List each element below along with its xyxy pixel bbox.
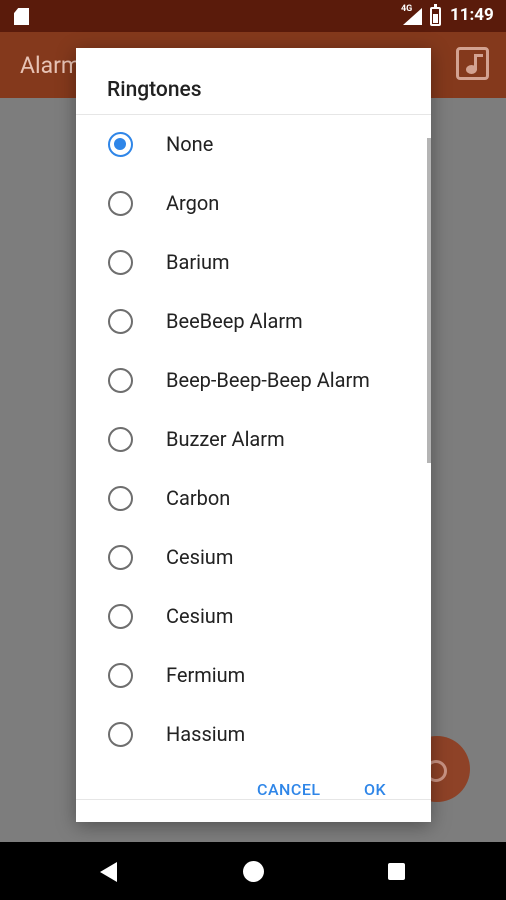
ringtone-option-label: Fermium xyxy=(166,663,246,687)
dialog-actions-divider xyxy=(76,799,431,800)
radio-unchecked-icon[interactable] xyxy=(108,722,133,747)
navigation-bar xyxy=(0,842,506,900)
ringtone-option-label: Carbon xyxy=(166,486,231,510)
ringtone-option[interactable]: Carbon xyxy=(76,469,431,528)
ringtone-option[interactable]: Argon xyxy=(76,174,431,233)
radio-unchecked-icon[interactable] xyxy=(108,545,133,570)
status-time: 11:49 xyxy=(450,5,494,25)
radio-unchecked-icon[interactable] xyxy=(108,663,133,688)
ringtone-option[interactable]: Buzzer Alarm xyxy=(76,410,431,469)
ringtone-option[interactable]: None xyxy=(76,115,431,174)
radio-unchecked-icon[interactable] xyxy=(108,486,133,511)
radio-unchecked-icon[interactable] xyxy=(108,604,133,629)
radio-unchecked-icon[interactable] xyxy=(108,250,133,275)
ringtone-option-label: Beep-Beep-Beep Alarm xyxy=(166,368,370,392)
ringtone-option[interactable]: Hassium xyxy=(76,705,431,764)
radio-unchecked-icon[interactable] xyxy=(108,368,133,393)
radio-unchecked-icon[interactable] xyxy=(108,191,133,216)
list-scrollbar[interactable] xyxy=(427,138,431,463)
ringtone-option-label: Barium xyxy=(166,250,230,274)
ringtone-option-label: Buzzer Alarm xyxy=(166,427,285,451)
ringtone-option[interactable]: Fermium xyxy=(76,646,431,705)
radio-unchecked-icon[interactable] xyxy=(108,427,133,452)
ringtone-option-label: Argon xyxy=(166,191,220,215)
home-icon[interactable] xyxy=(243,861,264,882)
ringtones-dialog: Ringtones None Argon Barium BeeBeep Alarm Be… xyxy=(76,48,431,822)
ringtone-option-label: Cesium xyxy=(166,545,234,569)
dialog-title: Ringtones xyxy=(107,78,202,102)
ringtone-option[interactable]: Cesium xyxy=(76,587,431,646)
battery-icon xyxy=(430,4,441,26)
ringtone-option-label: None xyxy=(166,132,214,156)
music-library-icon[interactable] xyxy=(456,47,489,80)
cancel-button[interactable]: CANCEL xyxy=(257,780,321,799)
sd-card-icon xyxy=(14,8,29,25)
ringtone-option-label: BeeBeep Alarm xyxy=(166,309,303,333)
ok-button[interactable]: OK xyxy=(364,780,386,799)
radio-checked-icon[interactable] xyxy=(108,132,133,157)
network-type-label: 4G xyxy=(401,4,413,14)
ringtone-option[interactable]: Cesium xyxy=(76,528,431,587)
ringtone-option[interactable]: Beep-Beep-Beep Alarm xyxy=(76,351,431,410)
ringtone-option[interactable]: BeeBeep Alarm xyxy=(76,292,431,351)
status-bar: 4G 11:49 xyxy=(0,0,506,32)
recents-icon[interactable] xyxy=(388,863,405,880)
ringtone-option-label: Hassium xyxy=(166,722,246,746)
app-title: Alarm xyxy=(20,52,82,79)
ringtone-list[interactable]: None Argon Barium BeeBeep Alarm Beep-Beep-Be… xyxy=(76,115,431,799)
radio-unchecked-icon[interactable] xyxy=(108,309,133,334)
ringtone-option-label: Cesium xyxy=(166,604,234,628)
ringtone-option[interactable]: Barium xyxy=(76,233,431,292)
back-icon[interactable] xyxy=(100,862,117,882)
